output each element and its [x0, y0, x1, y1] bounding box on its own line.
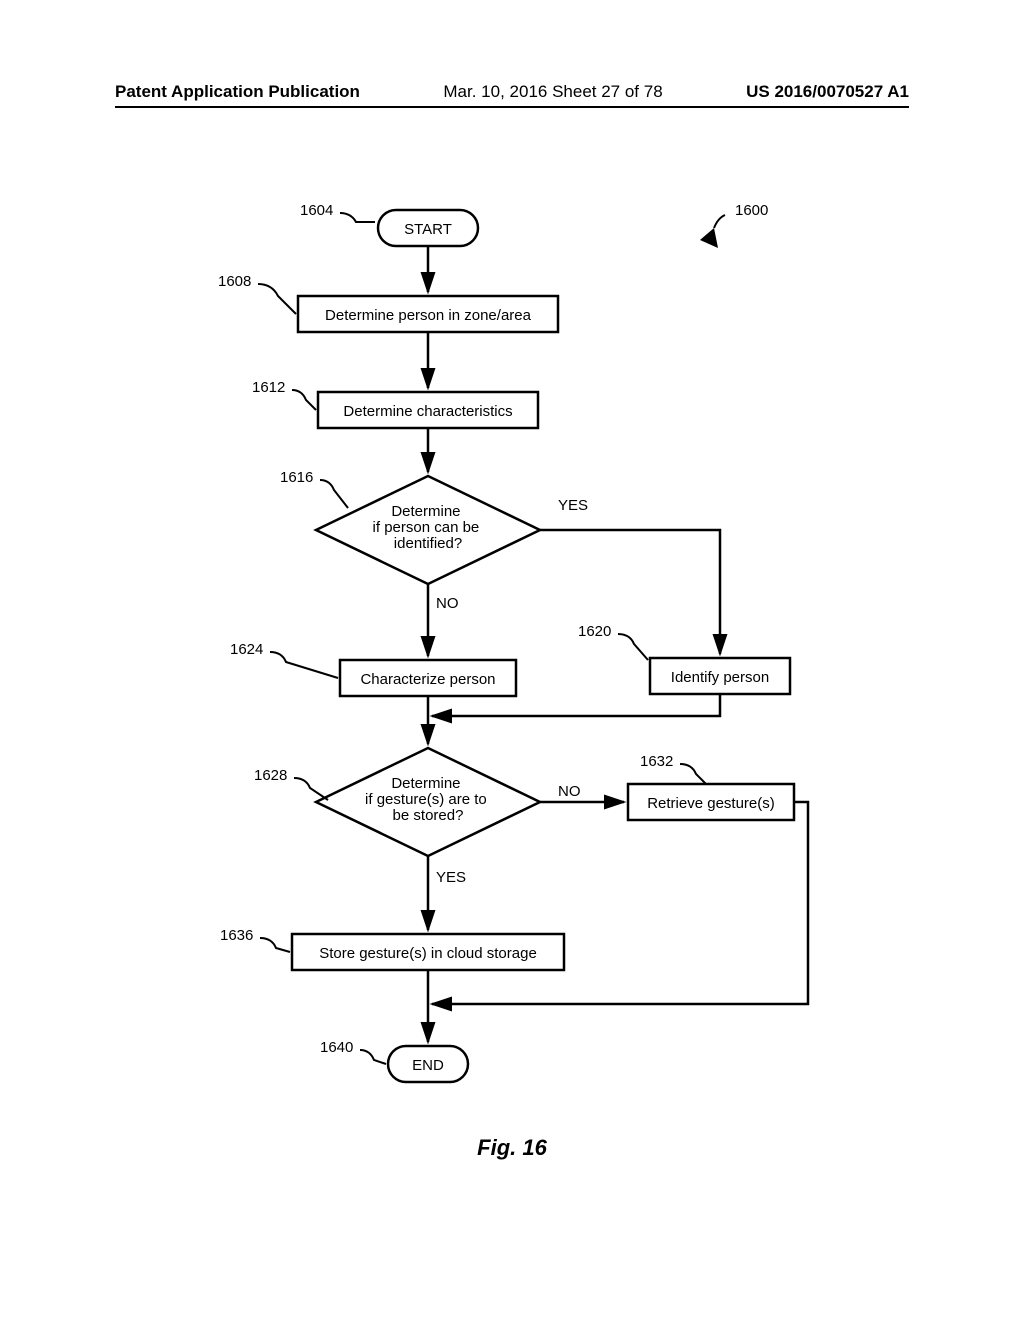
svg-text:YES: YES — [436, 869, 466, 886]
svg-text:1604: 1604 — [300, 202, 333, 219]
no-branch-1628: NO — [540, 783, 624, 802]
merge-path-1620 — [432, 694, 720, 716]
ref-1628: 1628 — [254, 767, 328, 800]
ref-1608: 1608 — [218, 273, 296, 314]
decision-1628: Determine if gesture(s) are to be stored… — [316, 748, 540, 856]
svg-text:1636: 1636 — [220, 927, 253, 944]
decision-1616: Determine if person can be identified? — [316, 476, 540, 584]
step-1624: Characterize person — [340, 660, 516, 696]
ref-1612: 1612 — [252, 379, 316, 410]
ref-1604: 1604 — [300, 202, 375, 222]
end-node: END — [388, 1046, 468, 1082]
svg-text:1628: 1628 — [254, 767, 287, 784]
svg-text:NO: NO — [436, 595, 459, 612]
ref-1632: 1632 — [640, 753, 706, 784]
figure-caption: Fig. 16 — [0, 1135, 1024, 1161]
svg-text:1608: 1608 — [218, 273, 251, 290]
ref-1616: 1616 — [280, 469, 348, 508]
svg-text:1616: 1616 — [280, 469, 313, 486]
svg-text:1640: 1640 — [320, 1039, 353, 1056]
ref-1636: 1636 — [220, 927, 290, 952]
svg-text:1600: 1600 — [735, 202, 768, 219]
step-1632: Retrieve gesture(s) — [628, 784, 794, 820]
ref-1640: 1640 — [320, 1039, 386, 1064]
yes-branch-1616: YES — [540, 497, 720, 654]
svg-text:Characterize person: Characterize person — [360, 671, 495, 688]
step-1636: Store gesture(s) in cloud storage — [292, 934, 564, 970]
svg-text:NO: NO — [558, 783, 581, 800]
start-node: START — [378, 210, 478, 246]
svg-text:YES: YES — [558, 497, 588, 514]
step-1612: Determine characteristics — [318, 392, 538, 428]
svg-text:1624: 1624 — [230, 641, 263, 658]
svg-text:END: END — [412, 1057, 444, 1074]
svg-text:Identify person: Identify person — [671, 669, 769, 686]
no-branch-1616: NO — [428, 584, 459, 656]
svg-text:START: START — [404, 221, 452, 238]
svg-text:Store gesture(s) in cloud stor: Store gesture(s) in cloud storage — [319, 945, 537, 962]
svg-text:1620: 1620 — [578, 623, 611, 640]
merge-path-1632 — [432, 802, 808, 1004]
flowchart-diagram: 1600 START 1604 Determine person in zone… — [0, 0, 1024, 1320]
svg-text:1632: 1632 — [640, 753, 673, 770]
svg-text:1612: 1612 — [252, 379, 285, 396]
svg-text:Determine characteristics: Determine characteristics — [343, 403, 512, 420]
ref-1600: 1600 — [700, 202, 768, 248]
ref-1624: 1624 — [230, 641, 338, 678]
step-1620: Identify person — [650, 658, 790, 694]
svg-text:Determine person in zone/area: Determine person in zone/area — [325, 307, 532, 324]
ref-1620: 1620 — [578, 623, 648, 660]
yes-branch-1628: YES — [428, 856, 466, 930]
step-1608: Determine person in zone/area — [298, 296, 558, 332]
svg-text:Retrieve gesture(s): Retrieve gesture(s) — [647, 795, 775, 812]
